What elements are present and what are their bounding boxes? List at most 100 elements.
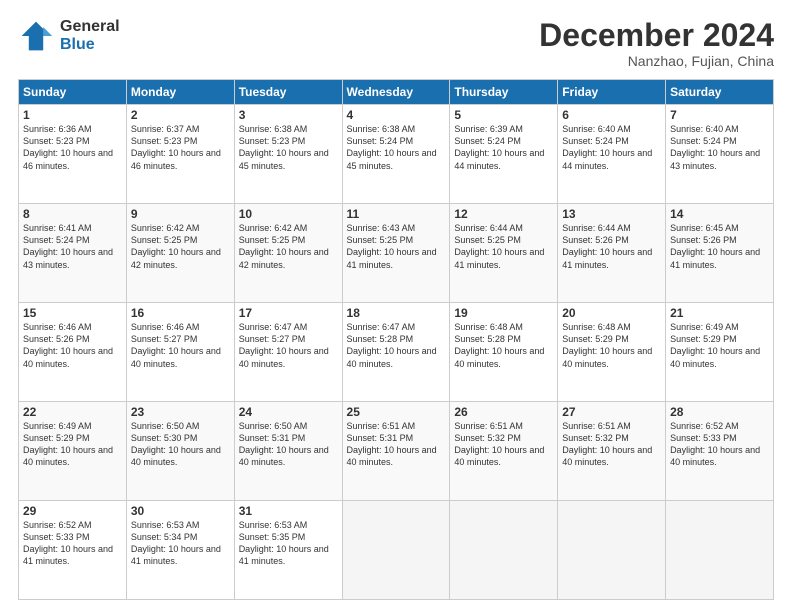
table-row: 2 Sunrise: 6:37 AMSunset: 5:23 PMDaylight… bbox=[126, 105, 234, 204]
day-number: 7 bbox=[670, 108, 769, 122]
day-number: 19 bbox=[454, 306, 553, 320]
day-info: Sunrise: 6:51 AMSunset: 5:32 PMDaylight:… bbox=[562, 421, 652, 467]
table-row: 29 Sunrise: 6:52 AMSunset: 5:33 PMDayligh… bbox=[19, 501, 127, 600]
col-thursday: Thursday bbox=[450, 80, 558, 105]
day-number: 12 bbox=[454, 207, 553, 221]
table-row: 19Sunrise: 6:48 AMSunset: 5:28 PMDayligh… bbox=[450, 303, 558, 402]
day-info: Sunrise: 6:43 AMSunset: 5:25 PMDaylight:… bbox=[347, 223, 437, 269]
table-row: 17Sunrise: 6:47 AMSunset: 5:27 PMDayligh… bbox=[234, 303, 342, 402]
table-row: 18 Sunrise: 6:47 AMSunset: 5:28 PMDayligh… bbox=[342, 303, 450, 402]
day-number: 23 bbox=[131, 405, 230, 419]
day-info: Sunrise: 6:51 AMSunset: 5:31 PMDaylight:… bbox=[347, 421, 437, 467]
day-number: 31 bbox=[239, 504, 338, 518]
day-number: 18 bbox=[347, 306, 446, 320]
logo-general-text: General bbox=[60, 18, 120, 36]
day-number: 14 bbox=[670, 207, 769, 221]
day-number: 4 bbox=[347, 108, 446, 122]
col-sunday: Sunday bbox=[19, 80, 127, 105]
table-row bbox=[558, 501, 666, 600]
day-number: 6 bbox=[562, 108, 661, 122]
calendar-week-row: 8 Sunrise: 6:41 AMSunset: 5:24 PMDaylight… bbox=[19, 204, 774, 303]
logo-blue-text: Blue bbox=[60, 36, 120, 54]
table-row bbox=[342, 501, 450, 600]
calendar-week-row: 15 Sunrise: 6:46 AMSunset: 5:26 PMDayligh… bbox=[19, 303, 774, 402]
day-info: Sunrise: 6:41 AMSunset: 5:24 PMDaylight:… bbox=[23, 223, 113, 269]
day-info: Sunrise: 6:47 AMSunset: 5:28 PMDaylight:… bbox=[347, 322, 437, 368]
day-number: 13 bbox=[562, 207, 661, 221]
day-info: Sunrise: 6:40 AMSunset: 5:24 PMDaylight:… bbox=[562, 124, 652, 170]
table-row: 23Sunrise: 6:50 AMSunset: 5:30 PMDayligh… bbox=[126, 402, 234, 501]
day-info: Sunrise: 6:52 AMSunset: 5:33 PMDaylight:… bbox=[670, 421, 760, 467]
col-saturday: Saturday bbox=[666, 80, 774, 105]
table-row bbox=[666, 501, 774, 600]
day-number: 10 bbox=[239, 207, 338, 221]
day-number: 29 bbox=[23, 504, 122, 518]
table-row: 7 Sunrise: 6:40 AMSunset: 5:24 PMDaylight… bbox=[666, 105, 774, 204]
day-info: Sunrise: 6:49 AMSunset: 5:29 PMDaylight:… bbox=[23, 421, 113, 467]
day-number: 15 bbox=[23, 306, 122, 320]
table-row: 5 Sunrise: 6:39 AMSunset: 5:24 PMDaylight… bbox=[450, 105, 558, 204]
table-row: 31 Sunrise: 6:53 AMSunset: 5:35 PMDayligh… bbox=[234, 501, 342, 600]
day-info: Sunrise: 6:38 AMSunset: 5:23 PMDaylight:… bbox=[239, 124, 329, 170]
day-info: Sunrise: 6:52 AMSunset: 5:33 PMDaylight:… bbox=[23, 520, 113, 566]
day-number: 3 bbox=[239, 108, 338, 122]
location: Nanzhao, Fujian, China bbox=[539, 53, 774, 69]
day-info: Sunrise: 6:50 AMSunset: 5:31 PMDaylight:… bbox=[239, 421, 329, 467]
table-row: 30Sunrise: 6:53 AMSunset: 5:34 PMDayligh… bbox=[126, 501, 234, 600]
day-number: 28 bbox=[670, 405, 769, 419]
day-number: 11 bbox=[347, 207, 446, 221]
day-info: Sunrise: 6:39 AMSunset: 5:24 PMDaylight:… bbox=[454, 124, 544, 170]
day-info: Sunrise: 6:44 AMSunset: 5:26 PMDaylight:… bbox=[562, 223, 652, 269]
day-number: 20 bbox=[562, 306, 661, 320]
day-info: Sunrise: 6:42 AMSunset: 5:25 PMDaylight:… bbox=[131, 223, 221, 269]
day-number: 24 bbox=[239, 405, 338, 419]
day-info: Sunrise: 6:53 AMSunset: 5:35 PMDaylight:… bbox=[239, 520, 329, 566]
table-row: 13 Sunrise: 6:44 AMSunset: 5:26 PMDayligh… bbox=[558, 204, 666, 303]
col-friday: Friday bbox=[558, 80, 666, 105]
calendar-week-row: 22Sunrise: 6:49 AMSunset: 5:29 PMDayligh… bbox=[19, 402, 774, 501]
table-row: 6 Sunrise: 6:40 AMSunset: 5:24 PMDaylight… bbox=[558, 105, 666, 204]
day-info: Sunrise: 6:38 AMSunset: 5:24 PMDaylight:… bbox=[347, 124, 437, 170]
day-number: 27 bbox=[562, 405, 661, 419]
header-row: Sunday Monday Tuesday Wednesday Thursday… bbox=[19, 80, 774, 105]
day-info: Sunrise: 6:49 AMSunset: 5:29 PMDaylight:… bbox=[670, 322, 760, 368]
day-number: 30 bbox=[131, 504, 230, 518]
calendar: Sunday Monday Tuesday Wednesday Thursday… bbox=[18, 79, 774, 600]
logo-icon bbox=[18, 18, 54, 54]
table-row bbox=[450, 501, 558, 600]
day-number: 26 bbox=[454, 405, 553, 419]
table-row: 11 Sunrise: 6:43 AMSunset: 5:25 PMDayligh… bbox=[342, 204, 450, 303]
day-info: Sunrise: 6:42 AMSunset: 5:25 PMDaylight:… bbox=[239, 223, 329, 269]
day-info: Sunrise: 6:51 AMSunset: 5:32 PMDaylight:… bbox=[454, 421, 544, 467]
day-info: Sunrise: 6:40 AMSunset: 5:24 PMDaylight:… bbox=[670, 124, 760, 170]
table-row: 12Sunrise: 6:44 AMSunset: 5:25 PMDayligh… bbox=[450, 204, 558, 303]
day-info: Sunrise: 6:37 AMSunset: 5:23 PMDaylight:… bbox=[131, 124, 221, 170]
table-row: 25 Sunrise: 6:51 AMSunset: 5:31 PMDayligh… bbox=[342, 402, 450, 501]
table-row: 9 Sunrise: 6:42 AMSunset: 5:25 PMDaylight… bbox=[126, 204, 234, 303]
day-number: 9 bbox=[131, 207, 230, 221]
day-number: 2 bbox=[131, 108, 230, 122]
table-row: 20 Sunrise: 6:48 AMSunset: 5:29 PMDayligh… bbox=[558, 303, 666, 402]
table-row: 15 Sunrise: 6:46 AMSunset: 5:26 PMDayligh… bbox=[19, 303, 127, 402]
table-row: 1 Sunrise: 6:36 AMSunset: 5:23 PMDaylight… bbox=[19, 105, 127, 204]
day-info: Sunrise: 6:47 AMSunset: 5:27 PMDaylight:… bbox=[239, 322, 329, 368]
page: General Blue December 2024 Nanzhao, Fuji… bbox=[0, 0, 792, 612]
table-row: 27 Sunrise: 6:51 AMSunset: 5:32 PMDayligh… bbox=[558, 402, 666, 501]
day-info: Sunrise: 6:36 AMSunset: 5:23 PMDaylight:… bbox=[23, 124, 113, 170]
day-info: Sunrise: 6:45 AMSunset: 5:26 PMDaylight:… bbox=[670, 223, 760, 269]
table-row: 16Sunrise: 6:46 AMSunset: 5:27 PMDayligh… bbox=[126, 303, 234, 402]
day-number: 8 bbox=[23, 207, 122, 221]
table-row: 14 Sunrise: 6:45 AMSunset: 5:26 PMDayligh… bbox=[666, 204, 774, 303]
table-row: 26 Sunrise: 6:51 AMSunset: 5:32 PMDayligh… bbox=[450, 402, 558, 501]
table-row: 28 Sunrise: 6:52 AMSunset: 5:33 PMDayligh… bbox=[666, 402, 774, 501]
day-info: Sunrise: 6:48 AMSunset: 5:29 PMDaylight:… bbox=[562, 322, 652, 368]
day-info: Sunrise: 6:46 AMSunset: 5:26 PMDaylight:… bbox=[23, 322, 113, 368]
table-row: 4 Sunrise: 6:38 AMSunset: 5:24 PMDaylight… bbox=[342, 105, 450, 204]
day-number: 25 bbox=[347, 405, 446, 419]
day-number: 5 bbox=[454, 108, 553, 122]
calendar-week-row: 1 Sunrise: 6:36 AMSunset: 5:23 PMDaylight… bbox=[19, 105, 774, 204]
logo-text: General Blue bbox=[60, 18, 120, 53]
calendar-week-row: 29 Sunrise: 6:52 AMSunset: 5:33 PMDayligh… bbox=[19, 501, 774, 600]
header: General Blue December 2024 Nanzhao, Fuji… bbox=[18, 18, 774, 69]
day-number: 1 bbox=[23, 108, 122, 122]
